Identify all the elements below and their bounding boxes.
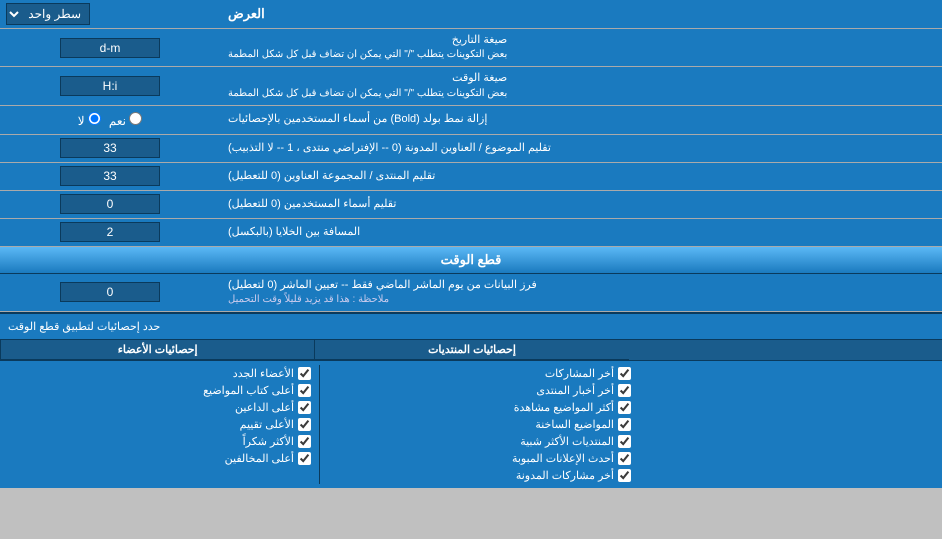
radio-yes[interactable] (129, 112, 142, 125)
date-format-input-cell (0, 29, 220, 66)
date-format-label: صيغة التاريخ بعض التكوينات يتطلب "/" الت… (220, 29, 942, 66)
main-container: العرض سطر واحد سطران ثلاثة أسطر صيغة الت… (0, 0, 942, 488)
bold-remove-radio-cell: نعم لا (0, 106, 220, 134)
cell-spacing-input[interactable] (60, 222, 160, 242)
cut-time-input-cell (0, 274, 220, 311)
cb-last-posts[interactable] (618, 367, 631, 380)
cb-hot-topics[interactable] (618, 418, 631, 431)
checkbox-top-violators: أعلى المخالفين (8, 450, 311, 467)
checkbox-forum-news: أخر أخبار المنتدى (328, 382, 631, 399)
checkbox-new-members: الأعضاء الجدد (8, 365, 311, 382)
time-format-input-cell (0, 67, 220, 104)
checkbox-last-posts: أخر المشاركات (328, 365, 631, 382)
cell-spacing-label: المسافة بين الخلايا (بالبكسل) (220, 219, 942, 246)
forum-trim-input-cell (0, 163, 220, 190)
cut-time-label-cell: فرز البيانات من يوم الماشر الماضي فقط --… (220, 274, 942, 311)
checkbox-similar-forums: المنتديات الأكثر شبية (328, 433, 631, 450)
section-label: العرض (220, 0, 942, 28)
bold-remove-label: إزالة نمط بولد (Bold) من أسماء المستخدمي… (220, 106, 942, 134)
time-format-label: صيغة الوقت بعض التكوينات يتطلب "/" التي … (220, 67, 942, 104)
forum-trim-input[interactable] (60, 166, 160, 186)
checkbox-hot-topics: المواضيع الساخنة (328, 416, 631, 433)
username-trim-label: تقليم أسماء المستخدمين (0 للتعطيل) (220, 191, 942, 218)
col1-header: إحصائيات المنتديات (314, 340, 628, 360)
cb-similar-forums[interactable] (618, 435, 631, 448)
display-dropdown[interactable]: سطر واحد سطران ثلاثة أسطر (6, 3, 90, 25)
cell-spacing-input-cell (0, 219, 220, 246)
cb-top-rated[interactable] (298, 418, 311, 431)
date-format-input[interactable] (60, 38, 160, 58)
checkbox-most-thanked: الأكثر شكراً (8, 433, 311, 450)
limit-label: حدد إحصائيات لتطبيق قطع الوقت (0, 314, 942, 339)
cb-top-writers[interactable] (298, 384, 311, 397)
radio-yes-label: نعم (109, 112, 142, 128)
checkbox-top-writers: أعلى كتاب المواضيع (8, 382, 311, 399)
checkbox-section: حدد إحصائيات لتطبيق قطع الوقت إحصائيات ا… (0, 312, 942, 488)
cb-top-inviters[interactable] (298, 401, 311, 414)
topic-titles-label: تقليم الموضوع / العناوين المدونة (0 -- ا… (220, 135, 942, 162)
cut-time-input[interactable] (60, 282, 160, 302)
radio-no[interactable] (88, 112, 101, 125)
forum-stats-col: أخر المشاركات أخر أخبار المنتدى أكثر الم… (320, 365, 639, 484)
cb-top-violators[interactable] (298, 452, 311, 465)
checkbox-most-viewed: أكثر المواضيع مشاهدة (328, 399, 631, 416)
cb-latest-ads[interactable] (618, 452, 631, 465)
username-trim-input-cell (0, 191, 220, 218)
checkbox-blog-posts: أخر مشاركات المدونة (328, 467, 631, 484)
member-stats-col: الأعضاء الجدد أعلى كتاب المواضيع أعلى ال… (0, 365, 320, 484)
cb-new-members[interactable] (298, 367, 311, 380)
col2-header: إحصائيات الأعضاء (0, 340, 314, 360)
cb-blog-posts[interactable] (618, 469, 631, 482)
topic-titles-input[interactable] (60, 138, 160, 158)
cb-most-viewed[interactable] (618, 401, 631, 414)
dropdown-cell[interactable]: سطر واحد سطران ثلاثة أسطر (0, 0, 220, 28)
checkbox-latest-ads: أحدث الإعلانات المبوبة (328, 450, 631, 467)
cb-forum-news[interactable] (618, 384, 631, 397)
forum-trim-label: تقليم المنتدى / المجموعة العناوين (0 للت… (220, 163, 942, 190)
checkbox-top-rated: الأعلى تقييم (8, 416, 311, 433)
topic-titles-input-cell (0, 135, 220, 162)
cut-time-header: قطع الوقت (0, 247, 942, 274)
radio-no-label: لا (78, 112, 101, 128)
time-format-input[interactable] (60, 76, 160, 96)
checkbox-top-inviters: أعلى الداعين (8, 399, 311, 416)
cb-most-thanked[interactable] (298, 435, 311, 448)
username-trim-input[interactable] (60, 194, 160, 214)
